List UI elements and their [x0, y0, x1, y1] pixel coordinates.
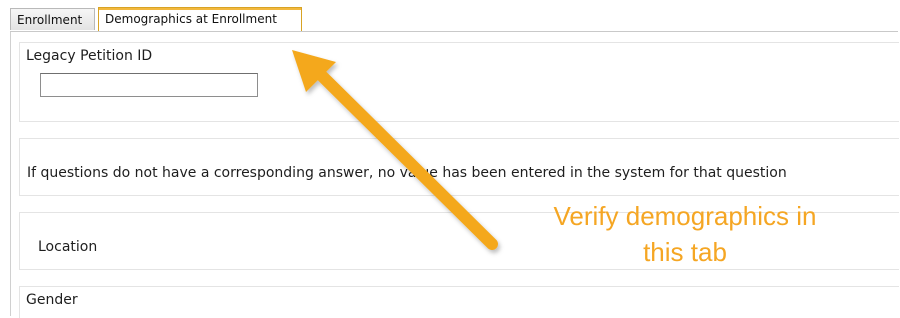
tab-demographics-at-enrollment[interactable]: Demographics at Enrollment — [98, 7, 302, 31]
tab-enrollment[interactable]: Enrollment — [10, 8, 95, 30]
location-label: Location — [38, 239, 98, 255]
legacy-petition-id-input[interactable] — [40, 73, 258, 97]
annotation-callout: Verify demographics in this tab — [500, 198, 870, 270]
annotation-line-1: Verify demographics in — [553, 201, 817, 231]
legacy-petition-id-label: Legacy Petition ID — [26, 48, 153, 64]
unanswered-questions-note: If questions do not have a corresponding… — [27, 165, 787, 181]
annotation-line-2: this tab — [643, 237, 727, 267]
gender-label: Gender — [26, 292, 78, 308]
gender-section — [19, 286, 899, 318]
